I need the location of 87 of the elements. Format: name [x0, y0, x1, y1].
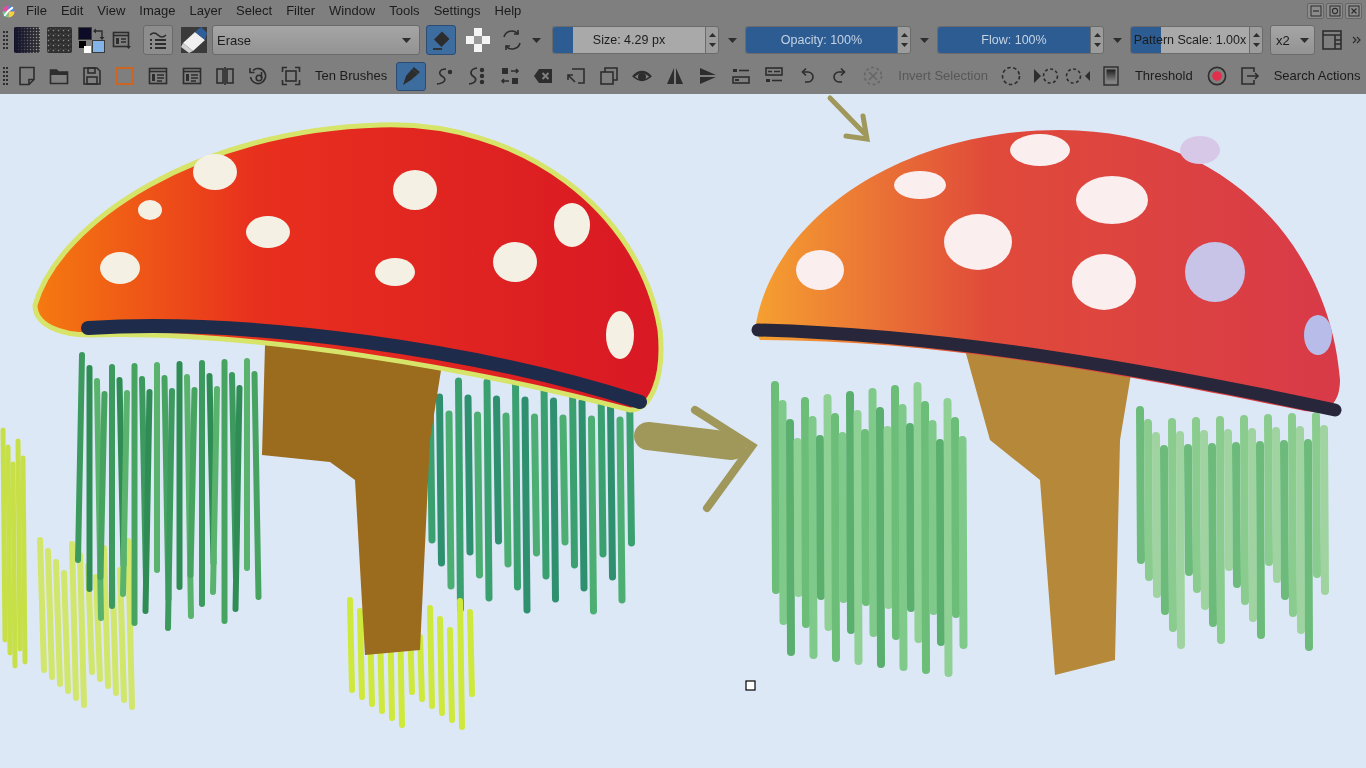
menu-item[interactable]: Layer: [182, 2, 229, 20]
wave-lines-icon: [148, 30, 168, 50]
close-button[interactable]: [1345, 3, 1362, 19]
down-arrow-icon[interactable]: [1093, 43, 1101, 47]
menu-item[interactable]: Filter: [279, 2, 322, 20]
dynamic-brush-icon: [434, 66, 455, 86]
backspace-clear-icon[interactable]: [533, 66, 554, 86]
caret-icon[interactable]: [1113, 37, 1122, 43]
minimize-button[interactable]: [1307, 3, 1324, 19]
caret-icon: [402, 37, 411, 43]
brush-tool-button[interactable]: [396, 61, 427, 91]
grip-handle-icon[interactable]: [3, 65, 8, 87]
export-icon[interactable]: [1239, 66, 1260, 86]
down-arrow-icon[interactable]: [708, 43, 716, 47]
arrow-drawing: [827, 95, 871, 142]
down-arrow-icon[interactable]: [900, 43, 908, 47]
rotate-arrows-icon[interactable]: [500, 28, 524, 52]
triangle-dashed-circle-icon[interactable]: [1032, 66, 1059, 86]
list-layout-icon[interactable]: [731, 66, 752, 86]
app-logo-icon: [2, 4, 15, 18]
brush-settings-button[interactable]: [143, 25, 173, 55]
fullscreen-icon[interactable]: [281, 66, 301, 86]
swap-squares-icon[interactable]: [500, 66, 521, 86]
up-arrow-icon[interactable]: [900, 33, 908, 37]
restore-button[interactable]: [1326, 3, 1343, 19]
caret-icon[interactable]: [920, 37, 929, 43]
new-document-icon[interactable]: [17, 66, 37, 86]
reset-colors-icon[interactable]: [79, 40, 91, 53]
grip-handle-icon[interactable]: [3, 29, 8, 51]
swap-colors-icon[interactable]: [92, 27, 105, 40]
menu-item[interactable]: Edit: [53, 2, 91, 20]
close-icon: [1347, 5, 1360, 17]
opacity-slider[interactable]: Opacity: 100%: [745, 26, 897, 54]
menu-item[interactable]: Select: [229, 2, 280, 20]
pattern-swatch[interactable]: [47, 27, 72, 53]
crop-icon[interactable]: [566, 66, 587, 86]
double-chevron-icon[interactable]: [1352, 36, 1361, 44]
record-icon[interactable]: [1206, 66, 1227, 86]
preset-list-icon[interactable]: [112, 30, 132, 50]
brush-preset-dropdown[interactable]: Erase: [212, 25, 420, 55]
save-icon[interactable]: [82, 66, 102, 86]
eraser-icon: [431, 30, 451, 50]
brush-cursor-icon: [745, 680, 756, 691]
panel-icon[interactable]: [148, 66, 168, 86]
folder-icon[interactable]: [49, 66, 69, 86]
down-arrow-icon[interactable]: [1252, 43, 1260, 47]
dashed-circle-icon[interactable]: [1000, 66, 1021, 86]
gradient-swatch[interactable]: [14, 27, 40, 53]
eraser-thumbnail-icon[interactable]: [181, 27, 207, 53]
minimize-icon: [1309, 5, 1322, 17]
spin-buttons[interactable]: [1249, 26, 1263, 54]
spin-buttons[interactable]: [705, 26, 719, 54]
caret-icon[interactable]: [728, 37, 737, 43]
menu-item[interactable]: Settings: [426, 2, 488, 20]
split-view-icon[interactable]: [215, 66, 235, 86]
background-color-swatch[interactable]: [92, 40, 105, 53]
menu-item[interactable]: Window: [322, 2, 383, 20]
dashed-circle-triangle-icon[interactable]: [1064, 66, 1091, 86]
search-actions-button[interactable]: Search Actions: [1269, 64, 1365, 88]
rotate-view-icon[interactable]: [248, 66, 268, 86]
menu-item[interactable]: View: [90, 2, 133, 20]
menu-item[interactable]: Help: [487, 2, 529, 20]
threshold-button[interactable]: Threshold: [1130, 64, 1197, 88]
up-arrow-icon[interactable]: [1093, 33, 1101, 37]
duplicate-icon[interactable]: [599, 66, 620, 86]
ten-brushes-button[interactable]: Ten Brushes: [311, 64, 392, 88]
eraser-mode-button[interactable]: [426, 25, 456, 55]
up-arrow-icon[interactable]: [1252, 33, 1260, 37]
foreground-color-swatch[interactable]: [78, 27, 92, 40]
caret-icon[interactable]: [532, 37, 541, 43]
flow-slider[interactable]: Flow: 100%: [937, 26, 1090, 54]
menu-item[interactable]: File: [19, 2, 54, 20]
caret-icon: [1300, 37, 1309, 43]
layout-icon[interactable]: [1322, 30, 1342, 50]
gradient-rectangle-icon[interactable]: [1100, 66, 1121, 86]
spin-buttons[interactable]: [1090, 26, 1104, 54]
brush-nib-icon: [401, 66, 422, 86]
up-arrow-icon[interactable]: [708, 33, 716, 37]
size-slider[interactable]: Size: 4.29 px: [552, 26, 705, 54]
menu-item[interactable]: Image: [132, 2, 183, 20]
restore-icon: [1328, 5, 1341, 17]
mirror-horizontal-icon[interactable]: [665, 66, 686, 86]
menu-item[interactable]: Tools: [382, 2, 427, 20]
value-dropdown[interactable]: x2: [1270, 25, 1315, 55]
checkered-cross-icon[interactable]: [466, 28, 490, 52]
panel-icon[interactable]: [182, 66, 202, 86]
spin-buttons[interactable]: [897, 26, 911, 54]
